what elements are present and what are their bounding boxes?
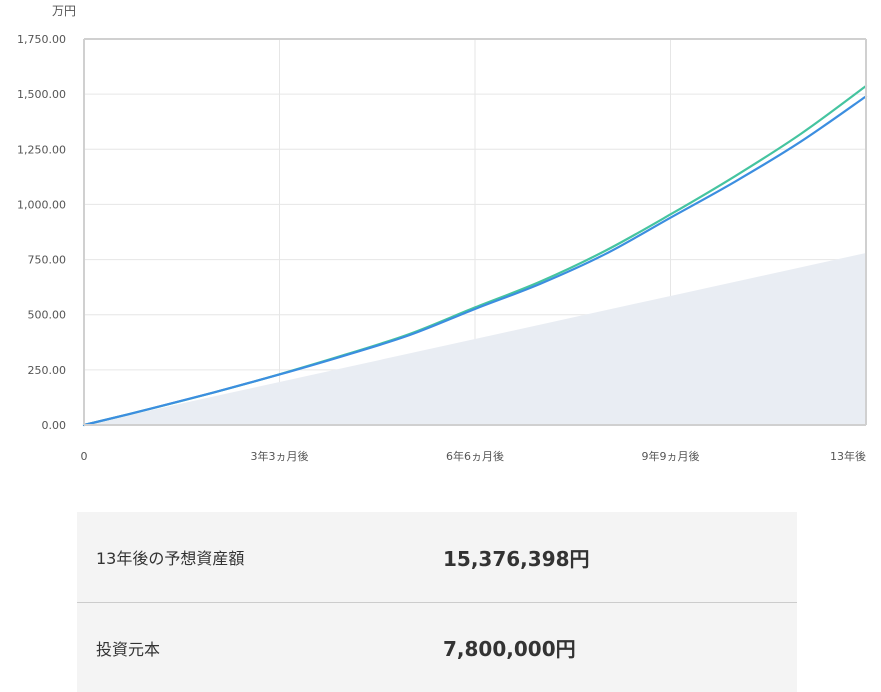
principal-label: 投資元本 <box>96 639 161 659</box>
y-axis-unit-label: 万円 <box>52 4 76 18</box>
x-tick-label: 3年3ヵ月後 <box>251 449 309 463</box>
y-tick-label: 500.00 <box>28 309 67 322</box>
summary-row-projected-assets: 13年後の予想資産額 15,376,398円 <box>77 512 797 602</box>
y-tick-labels: 0.00 250.00 500.00 750.00 1,000.00 1,250.00 1,… <box>17 33 66 432</box>
y-tick-label: 0.00 <box>42 419 67 432</box>
principal-value: 7,800,000円 <box>443 637 576 661</box>
projected-assets-label: 13年後の予想資産額 <box>96 549 245 568</box>
y-tick-label: 750.00 <box>28 254 67 267</box>
x-tick-labels: 0 3年3ヵ月後 6年6ヵ月後 9年9ヵ月後 13年後 <box>81 449 867 463</box>
y-tick-label: 1,250.00 <box>17 143 66 156</box>
y-tick-label: 250.00 <box>28 364 67 377</box>
projected-assets-value: 15,376,398円 <box>443 546 590 571</box>
x-tick-label: 6年6ヵ月後 <box>446 449 504 463</box>
summary-table: 13年後の予想資産額 15,376,398円 投資元本 7,800,000円 <box>77 512 797 692</box>
y-tick-label: 1,500.00 <box>17 88 66 101</box>
asset-growth-chart: 万円 0.00 250.00 500.00 750.00 1,000.00 1,250.0… <box>17 4 868 463</box>
summary-row-principal: 投資元本 7,800,000円 <box>77 602 797 692</box>
y-tick-label: 1,750.00 <box>17 33 66 46</box>
x-tick-label: 0 <box>81 450 88 463</box>
x-tick-label: 13年後 <box>830 449 866 463</box>
y-tick-label: 1,000.00 <box>17 198 66 211</box>
x-tick-label: 9年9ヵ月後 <box>642 449 700 463</box>
